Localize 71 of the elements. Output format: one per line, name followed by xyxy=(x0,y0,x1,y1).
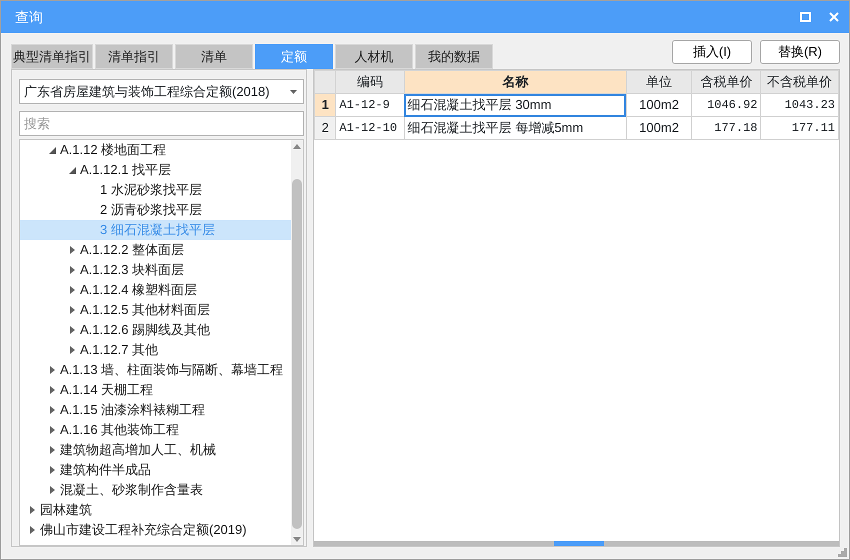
scroll-up-icon[interactable] xyxy=(293,144,301,149)
table-cell: 细石混凝土找平层 30mm xyxy=(404,94,626,116)
close-icon[interactable] xyxy=(829,12,839,22)
collapsed-arrow-icon[interactable] xyxy=(70,286,75,294)
table-cell: 177.18 xyxy=(692,116,761,140)
row-number: 2 xyxy=(314,116,336,140)
tree-item[interactable]: A.1.12.3 块料面层 xyxy=(20,260,291,280)
table-cell: 100m2 xyxy=(626,94,692,116)
tab[interactable]: 人材机 xyxy=(335,44,413,69)
collapsed-arrow-icon[interactable] xyxy=(30,506,35,514)
tree-item[interactable]: 混凝土、砂浆制作含量表 xyxy=(20,480,291,500)
table-cell: 100m2 xyxy=(626,116,692,140)
table-cell: 1046.92 xyxy=(692,94,761,116)
tree-item[interactable]: 建筑物超高增加人工、机械 xyxy=(20,440,291,460)
collapsed-arrow-icon[interactable] xyxy=(70,326,75,334)
tab[interactable]: 我的数据 xyxy=(415,44,493,69)
action-button[interactable]: 插入(I) xyxy=(672,40,752,64)
tree-item[interactable]: A.1.13 墙、柱面装饰与隔断、幕墙工程 xyxy=(20,360,291,380)
row-number: 1 xyxy=(314,94,336,116)
tree-item[interactable]: A.1.14 天棚工程 xyxy=(20,380,291,400)
tree-item[interactable]: A.1.15 油漆涂料裱糊工程 xyxy=(20,400,291,420)
column-header[interactable]: 编码 xyxy=(336,70,404,94)
search-field[interactable]: 搜索 xyxy=(19,111,304,136)
collapsed-arrow-icon[interactable] xyxy=(50,446,55,454)
collapsed-arrow-icon[interactable] xyxy=(50,426,55,434)
collapsed-arrow-icon[interactable] xyxy=(30,526,35,534)
collapsed-arrow-icon[interactable] xyxy=(70,346,75,354)
collapsed-arrow-icon[interactable] xyxy=(50,406,55,414)
expanded-arrow-icon[interactable] xyxy=(49,146,56,154)
tree-item[interactable]: A.1.12.1 找平层 xyxy=(20,160,291,180)
tree-item[interactable]: 园林建筑 xyxy=(20,500,291,520)
tree-item[interactable]: A.1.16 其他装饰工程 xyxy=(20,420,291,440)
resize-grip-icon[interactable] xyxy=(838,548,847,557)
tab[interactable]: 清单指引 xyxy=(95,44,173,69)
collapsed-arrow-icon[interactable] xyxy=(70,266,75,274)
action-button[interactable]: 替换(R) xyxy=(760,40,840,64)
expanded-arrow-icon[interactable] xyxy=(69,166,76,174)
column-header[interactable]: 名称 xyxy=(404,70,626,94)
window-title: 查询 xyxy=(15,8,44,26)
tree-item[interactable]: A.1.12.6 踢脚线及其他 xyxy=(20,320,291,340)
table-cell: 177.11 xyxy=(760,116,838,140)
tree-item[interactable]: 2 沥青砂浆找平层 xyxy=(20,200,291,220)
tree-item[interactable]: 建筑构件半成品 xyxy=(20,460,291,480)
tree-item[interactable]: A.1.12.5 其他材料面层 xyxy=(20,300,291,320)
library-dropdown[interactable]: 广东省房屋建筑与装饰工程综合定额(2018) xyxy=(19,79,304,104)
maximize-icon[interactable] xyxy=(800,12,811,22)
tree-item[interactable]: A.1.12 楼地面工程 xyxy=(20,140,291,160)
collapsed-arrow-icon[interactable] xyxy=(50,366,55,374)
tree-item[interactable]: 佛山市建设工程补充综合定额(2019) xyxy=(20,520,291,540)
horizontal-scrollbar[interactable] xyxy=(314,541,839,546)
collapsed-arrow-icon[interactable] xyxy=(70,246,75,254)
scroll-down-icon[interactable] xyxy=(293,537,301,542)
tree-item[interactable]: A.1.12.7 其他 xyxy=(20,340,291,360)
tree-item[interactable]: 1 水泥砂浆找平层 xyxy=(20,180,291,200)
column-header[interactable]: 单位 xyxy=(626,70,692,94)
collapsed-arrow-icon[interactable] xyxy=(50,386,55,394)
collapsed-arrow-icon[interactable] xyxy=(50,466,55,474)
table-cell: 细石混凝土找平层 每增减5mm xyxy=(404,116,626,140)
tab[interactable]: 清单 xyxy=(175,44,253,69)
table-cell: 1043.23 xyxy=(760,94,838,116)
tree-item[interactable]: A.1.12.2 整体面层 xyxy=(20,240,291,260)
scroll-thumb[interactable] xyxy=(554,541,604,546)
column-header[interactable]: 不含税单价 xyxy=(760,70,838,94)
tab[interactable]: 典型清单指引 xyxy=(11,44,93,69)
dropdown-caret-icon xyxy=(290,90,297,94)
table-cell: A1-12-10 xyxy=(336,116,404,140)
collapsed-arrow-icon[interactable] xyxy=(70,306,75,314)
scroll-thumb[interactable] xyxy=(292,179,302,529)
column-header[interactable]: 含税单价 xyxy=(692,70,761,94)
tree-item[interactable]: A.1.12.4 橡塑料面层 xyxy=(20,280,291,300)
collapsed-arrow-icon[interactable] xyxy=(50,486,55,494)
